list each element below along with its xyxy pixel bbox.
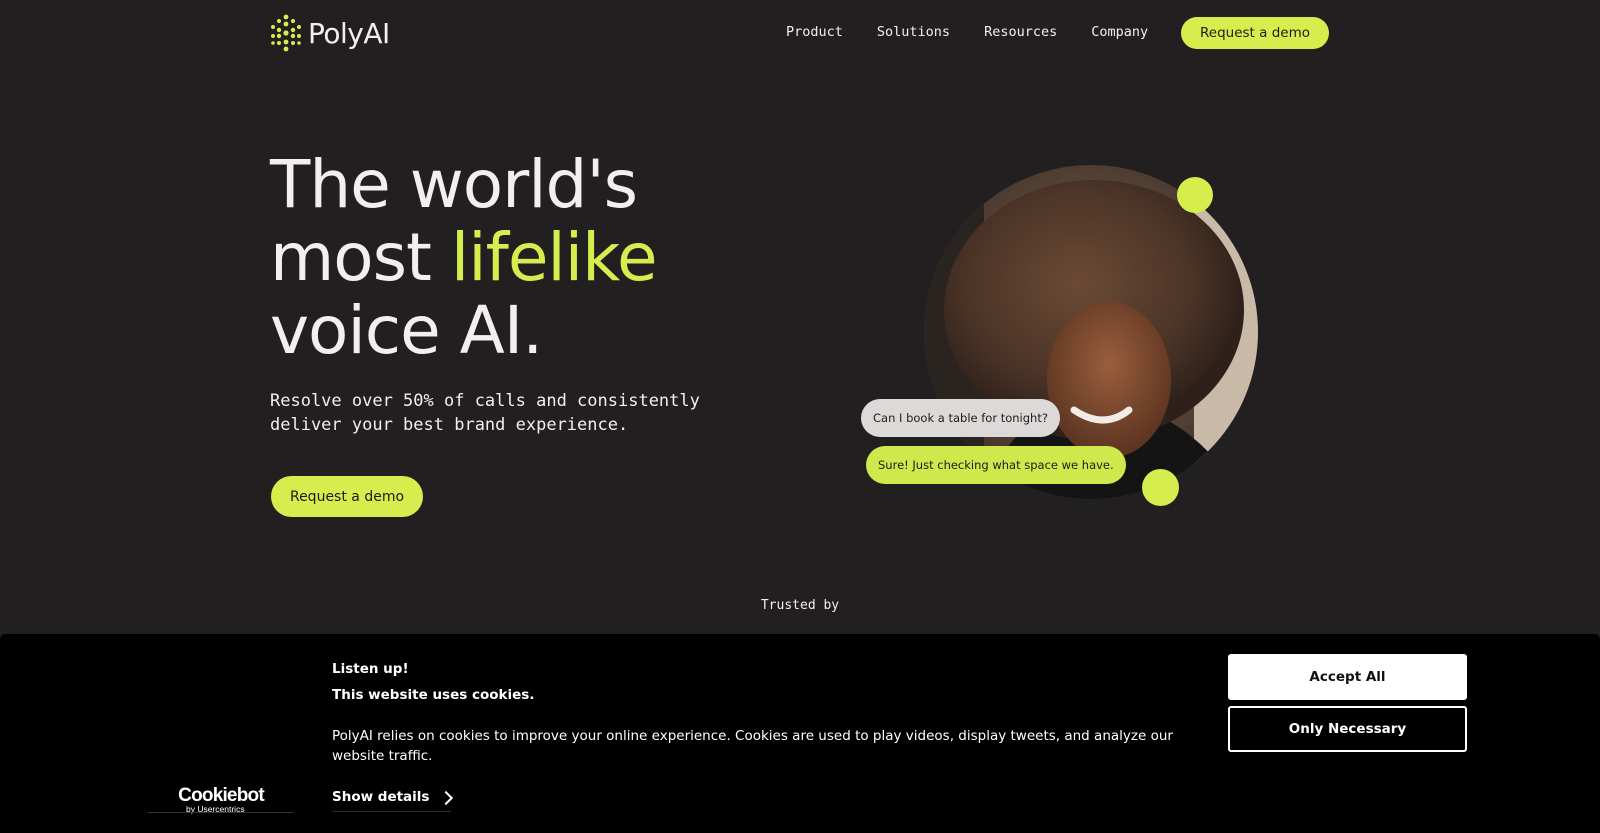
- chevron-right-icon: [439, 790, 454, 805]
- decorative-dot: [1177, 177, 1213, 213]
- decorative-dot: [1142, 469, 1179, 506]
- only-necessary-button[interactable]: Only Necessary: [1228, 706, 1467, 752]
- nav-request-demo-button[interactable]: Request a demo: [1181, 17, 1329, 49]
- nav-item-company[interactable]: Company: [1091, 24, 1148, 40]
- cookie-heading: Listen up!: [332, 661, 409, 677]
- logo-wordmark: PolyAI: [308, 16, 390, 50]
- nav-item-resources[interactable]: Resources: [984, 24, 1057, 40]
- cookie-subheading: This website uses cookies.: [332, 687, 535, 703]
- accept-all-button[interactable]: Accept All: [1228, 654, 1467, 700]
- polyai-logo-icon: [271, 14, 301, 52]
- hero-title-line1: The world's: [270, 146, 638, 223]
- hero-title: The world's most lifelike voice AI.: [270, 146, 658, 369]
- cookie-body-text: PolyAI relies on cookies to improve your…: [332, 728, 1173, 764]
- cookiebot-logo-main: Cookiebot: [178, 785, 264, 806]
- hero-title-line3: voice AI.: [270, 292, 543, 369]
- hero-title-accent: lifelike: [450, 219, 658, 296]
- nav-item-product[interactable]: Product: [786, 24, 843, 40]
- divider: [148, 812, 294, 813]
- trusted-by-label: Trusted by: [760, 598, 840, 613]
- nav-item-solutions[interactable]: Solutions: [877, 24, 950, 40]
- hero-title-line2: most: [270, 219, 451, 296]
- chat-bubble-ai: Sure! Just checking what space we have.: [866, 446, 1126, 484]
- main-nav: Product Solutions Resources Company: [786, 24, 1148, 40]
- hero-subtitle: Resolve over 50% of calls and consistent…: [270, 391, 700, 435]
- logo[interactable]: PolyAI: [270, 14, 390, 52]
- chat-bubble-user: Can I book a table for tonight?: [861, 399, 1060, 437]
- cookie-banner: Cookiebot by Usercentrics Listen up! Thi…: [0, 634, 1600, 833]
- cookiebot-logo[interactable]: Cookiebot by Usercentrics: [148, 785, 294, 814]
- hero-request-demo-button[interactable]: Request a demo: [271, 476, 423, 517]
- show-details-label: Show details: [332, 789, 430, 805]
- show-details-link[interactable]: Show details: [332, 789, 454, 812]
